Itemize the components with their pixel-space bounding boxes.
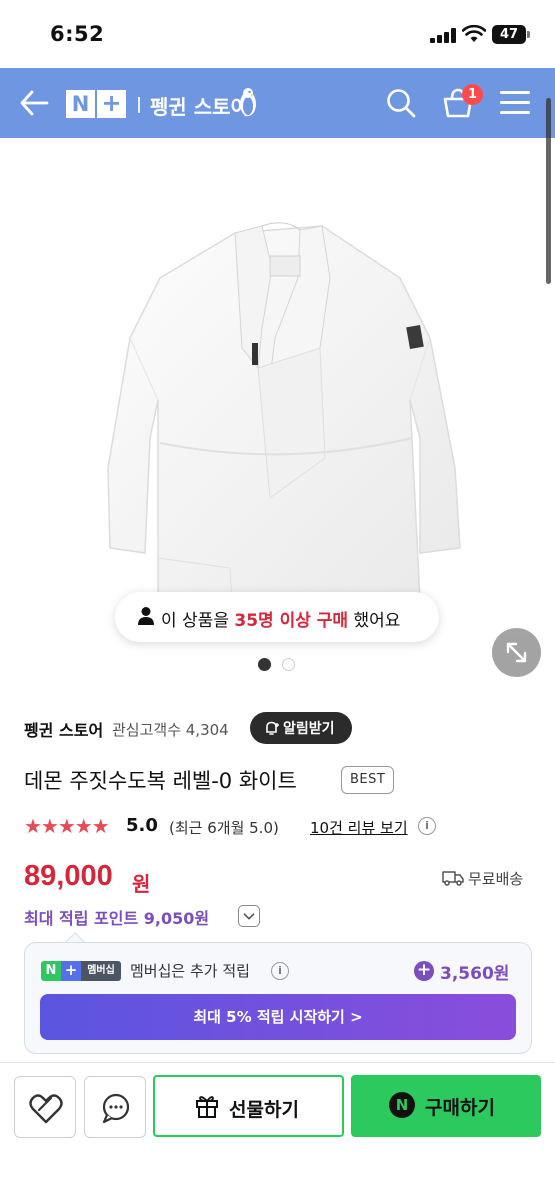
- penguin-icon: [240, 88, 256, 116]
- battery-icon: 47: [492, 25, 526, 44]
- cart-count-badge: 1: [462, 84, 483, 105]
- price-unit: 원: [132, 872, 151, 896]
- bottom-action-bar: 선물하기 N 구매하기: [0, 1063, 555, 1200]
- expand-image-button[interactable]: [492, 628, 541, 677]
- status-bar: 6:52 47: [0, 0, 555, 68]
- purchase-count-text: 이 상품을 35명 이상 구매 했어요: [161, 611, 401, 631]
- naver-pay-icon: N: [389, 1092, 415, 1118]
- jiu-jitsu-gi-illustration: [107, 222, 461, 600]
- product-title: 데몬 주짓수도복 레벨-0 화이트: [24, 769, 297, 793]
- logo-divider: [138, 97, 140, 113]
- points-row[interactable]: 최대 적립 포인트 9,050원: [24, 903, 284, 929]
- wifi-icon: [462, 25, 486, 42]
- search-icon[interactable]: [386, 88, 416, 118]
- star-rating-icon: ★★★★★: [24, 814, 110, 838]
- header-store-name[interactable]: 펭귄 스토어: [150, 91, 249, 120]
- info-icon[interactable]: i: [418, 817, 436, 835]
- gift-label: 선물하기: [229, 1099, 299, 1121]
- rating-score: 5.0: [126, 815, 158, 836]
- naver-plus-logo[interactable]: N +: [66, 90, 126, 118]
- battery-nub: [527, 31, 530, 38]
- menu-icon[interactable]: [500, 89, 530, 117]
- naver-plus-membership-logo: N + 멤버십: [41, 961, 121, 981]
- signal-icon: [430, 27, 456, 43]
- back-arrow-icon[interactable]: [18, 88, 50, 118]
- membership-bonus-points: 3,560원: [440, 964, 510, 984]
- price-row: 89,000 원 무료배송: [24, 860, 534, 900]
- seller-name[interactable]: 펭귄 스토어: [24, 717, 103, 741]
- membership-text: 멤버십은 추가 적립: [130, 962, 250, 980]
- chat-bubble-icon: [102, 1093, 130, 1124]
- shipping-info: 무료배송: [442, 868, 534, 890]
- product-image[interactable]: [0, 138, 555, 600]
- logo-n: N: [66, 90, 95, 118]
- info-icon[interactable]: i: [271, 962, 289, 980]
- pagination-dot-active[interactable]: [258, 658, 271, 671]
- alert-subscribe-button[interactable]: 알림받기: [250, 712, 352, 744]
- chevron-down-icon[interactable]: [238, 905, 260, 927]
- shipping-label: 무료배송: [468, 870, 524, 888]
- product-price: 89,000: [24, 860, 113, 892]
- wishlist-button[interactable]: [14, 1076, 76, 1138]
- rating-row: ★★★★★ 5.0 (최근 6개월 5.0) 10건 리뷰 보기 i: [24, 814, 544, 838]
- scrollbar[interactable]: [546, 98, 551, 284]
- bell-plus-icon: [266, 721, 279, 735]
- pagination-dot[interactable]: [282, 658, 295, 671]
- gift-icon: [196, 1096, 218, 1118]
- heart-icon: [29, 1094, 63, 1124]
- gift-button[interactable]: 선물하기: [153, 1075, 344, 1137]
- buy-button[interactable]: N 구매하기: [351, 1075, 541, 1137]
- expand-icon: [506, 642, 527, 663]
- rating-recent: (최근 6개월 5.0): [169, 819, 279, 837]
- purchase-count-banner: 이 상품을 35명 이상 구매 했어요: [115, 592, 439, 642]
- status-time: 6:52: [50, 22, 105, 46]
- membership-box: N + 멤버십 멤버십은 추가 적립 i + 3,560원 최대 5% 적립 시…: [24, 942, 532, 1054]
- alert-subscribe-label: 알림받기: [283, 721, 335, 737]
- logo-plus: +: [97, 90, 126, 118]
- buy-label: 구매하기: [425, 1097, 495, 1119]
- image-pagination-dots: [258, 658, 298, 672]
- membership-start-button[interactable]: 최대 5% 적립 시작하기 >: [40, 994, 516, 1040]
- plus-circle-icon: +: [414, 961, 434, 981]
- seller-row: 펭귄 스토어 관심고객수 4,304 알림받기: [24, 712, 524, 744]
- talk-talk-button[interactable]: [84, 1076, 146, 1138]
- person-icon: [138, 607, 154, 625]
- review-link[interactable]: 10건 리뷰 보기: [310, 817, 408, 838]
- seller-followers: 관심고객수 4,304: [112, 721, 229, 739]
- max-points-text: 최대 적립 포인트 9,050원: [24, 909, 210, 928]
- truck-icon: [442, 871, 464, 886]
- best-badge: BEST: [341, 766, 395, 794]
